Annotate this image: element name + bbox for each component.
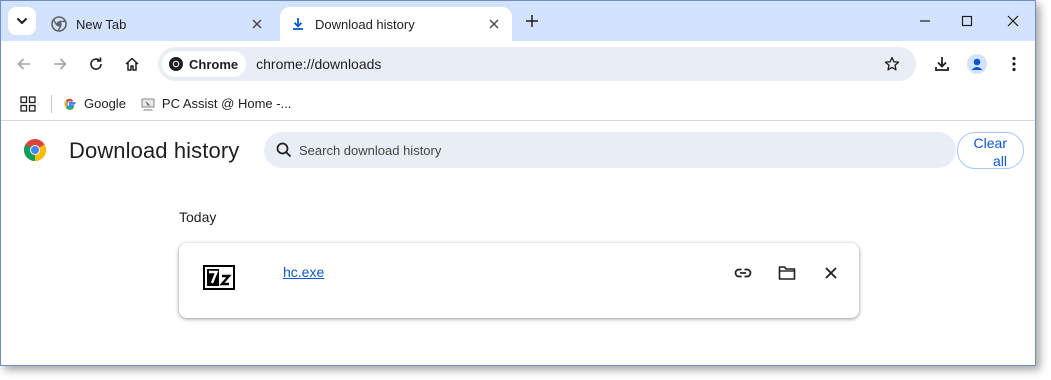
menu-button[interactable] [1000, 50, 1028, 78]
chrome-icon [169, 57, 183, 71]
tab-title: New Tab [76, 16, 127, 32]
forward-button[interactable] [46, 50, 74, 78]
tab-title: Download history [315, 16, 415, 32]
close-icon[interactable] [484, 14, 504, 34]
home-icon [125, 57, 139, 71]
chevron-down-icon [17, 18, 27, 24]
bookmark-label: PC Assist @ Home -... [161, 96, 292, 111]
maximize-button[interactable] [953, 7, 981, 35]
home-button[interactable] [118, 50, 146, 78]
7zip-icon [203, 265, 235, 290]
plus-icon [526, 15, 538, 27]
remove-from-list-button[interactable] [817, 259, 845, 287]
copy-link-button[interactable] [729, 259, 757, 287]
minimize-icon [920, 20, 930, 22]
close-icon [1007, 15, 1019, 27]
maximize-icon [961, 15, 973, 27]
address-bar[interactable]: Chrome chrome://downloads [158, 47, 916, 81]
close-icon[interactable] [247, 14, 267, 34]
chrome-logo-icon [24, 139, 46, 161]
downloads-button[interactable] [928, 50, 956, 78]
downloads-page: Download history Search download history… [1, 122, 1035, 365]
tab-new-tab[interactable]: New Tab [41, 7, 275, 41]
clear-all-label-line1: Clear [973, 135, 1007, 151]
back-button[interactable] [10, 50, 38, 78]
reload-button[interactable] [82, 50, 110, 78]
download-icon [290, 16, 306, 32]
pc-assist-icon [140, 96, 156, 112]
arrow-left-icon [17, 58, 30, 70]
page-title: Download history [69, 138, 240, 163]
apps-button[interactable] [19, 95, 37, 113]
date-heading: Today [179, 209, 217, 225]
google-icon [62, 96, 78, 112]
download-icon [935, 57, 949, 71]
toolbar: Chrome chrome://downloads [1, 41, 1035, 87]
browser-window: New Tab Download history Chrome chrome:/… [0, 0, 1036, 366]
star-icon [884, 56, 900, 71]
clear-all-label-line2: all [992, 153, 1007, 169]
search-placeholder: Search download history [299, 142, 442, 158]
search-icon [274, 140, 294, 160]
search-downloads-input[interactable]: Search download history [264, 132, 956, 168]
minimize-button[interactable] [911, 7, 939, 35]
bookmark-label: Google [84, 96, 126, 111]
bookmark-google[interactable]: Google [62, 96, 126, 112]
url-text[interactable]: chrome://downloads [256, 56, 878, 72]
avatar-icon [967, 54, 987, 74]
download-item-card: hc.exe [179, 243, 859, 318]
tab-search-button[interactable] [8, 7, 36, 35]
close-window-button[interactable] [999, 7, 1027, 35]
bookmark-star-button[interactable] [878, 50, 906, 78]
bookmark-pc-assist[interactable]: PC Assist @ Home -... [140, 96, 292, 112]
bookmarks-bar: Google PC Assist @ Home -... [1, 87, 1035, 121]
new-tab-button[interactable] [520, 9, 544, 33]
bookmarks-separator [51, 94, 52, 113]
link-icon [734, 268, 752, 278]
folder-icon [778, 266, 796, 280]
close-icon [825, 267, 837, 279]
apps-grid-icon [20, 95, 36, 112]
profile-button[interactable] [963, 50, 991, 78]
clear-all-button[interactable]: Clear all [957, 132, 1024, 169]
tab-download-history[interactable]: Download history [280, 7, 512, 41]
chrome-icon [51, 16, 67, 32]
reload-icon [90, 57, 102, 70]
show-in-folder-button[interactable] [773, 259, 801, 287]
download-filename-link[interactable]: hc.exe [283, 264, 324, 280]
site-info-chip[interactable]: Chrome [162, 51, 247, 77]
kebab-menu-icon [1012, 56, 1016, 72]
chip-label: Chrome [189, 56, 239, 72]
arrow-right-icon [54, 58, 67, 70]
tab-strip: New Tab Download history [1, 1, 1035, 41]
